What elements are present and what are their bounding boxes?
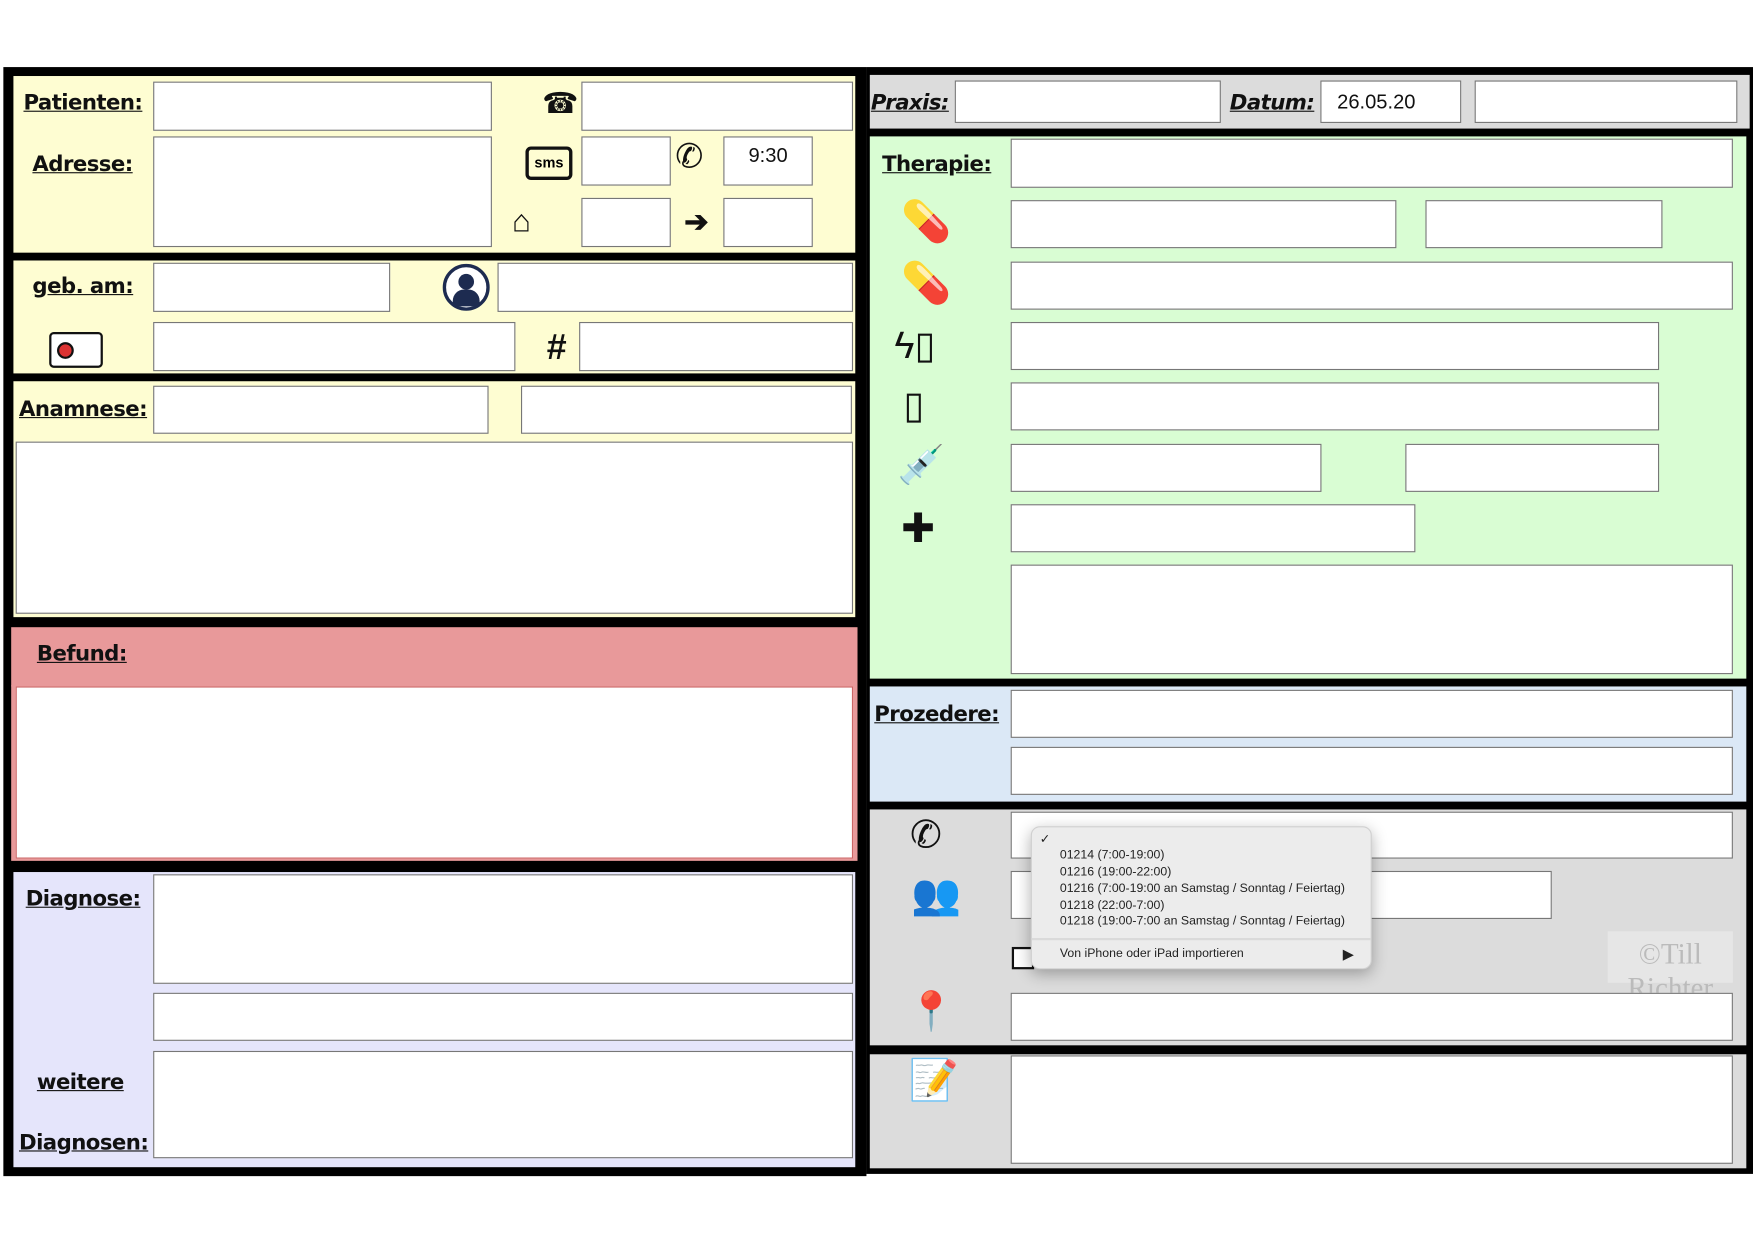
iv-bag-icon: ▯ xyxy=(903,384,925,428)
watermark: ©Till Richter xyxy=(1607,931,1733,1004)
telephone-icon: ☎ xyxy=(542,86,579,120)
sms-icon-text: sms xyxy=(534,154,564,172)
phone-ringing-icon: ✆ xyxy=(675,138,704,176)
phone-field[interactable] xyxy=(581,81,854,131)
wound-care-field[interactable] xyxy=(1010,504,1416,553)
therapie-label: Therapie: xyxy=(882,152,992,177)
befund-header xyxy=(11,627,858,687)
doctor-avatar-icon xyxy=(442,263,490,311)
patient-name-field[interactable] xyxy=(153,81,492,131)
diagnose-code-field[interactable] xyxy=(153,992,854,1041)
address-label: Adresse: xyxy=(32,152,133,177)
anamnese-label: Anamnese: xyxy=(19,396,148,422)
further-diagnoses-label-1: weitere xyxy=(36,1069,124,1095)
injection-dose-field[interactable] xyxy=(1405,443,1660,492)
medication-field-1[interactable] xyxy=(1010,200,1397,249)
praxis-field[interactable] xyxy=(954,80,1221,123)
arrival-field[interactable] xyxy=(723,197,813,248)
callback-time-field[interactable]: 9:30 xyxy=(723,136,813,186)
injection-field[interactable] xyxy=(1010,443,1322,492)
further-diagnoses-label-2: Diagnosen: xyxy=(19,1130,149,1155)
sms-field[interactable] xyxy=(581,136,671,186)
befund-label: Befund: xyxy=(36,641,127,667)
menu-item[interactable]: 01214 (7:00-19:00) xyxy=(1060,849,1165,862)
diagnose-label: Diagnose: xyxy=(25,886,141,912)
insurance-field[interactable] xyxy=(153,321,516,372)
menu-item[interactable]: 01216 (7:00-19:00 an Samstag / Sonntag /… xyxy=(1060,882,1345,895)
medication-field-2[interactable] xyxy=(1010,261,1733,310)
house-visit-field[interactable] xyxy=(581,197,671,248)
insurance-card-icon xyxy=(49,332,103,368)
pills-icon: 💊 xyxy=(901,197,952,244)
submenu-arrow-icon: ▶ xyxy=(1342,945,1354,963)
arrow-right-icon: ➔ xyxy=(684,204,709,239)
address-field[interactable] xyxy=(153,136,492,248)
handover-people-icon: 👥 xyxy=(911,870,962,917)
therapie-notes-field[interactable] xyxy=(1010,564,1733,675)
anamnese-field-2[interactable] xyxy=(520,385,852,434)
lightning-iv-bag-icon: ϟ▯ xyxy=(894,324,936,367)
syringe-icon: 💉 xyxy=(897,443,946,487)
menu-item-import[interactable]: Von iPhone oder iPad importieren xyxy=(1060,947,1244,960)
prozedere-field-1[interactable] xyxy=(1010,689,1733,738)
phone-medical-icon: ✆ xyxy=(910,813,942,857)
menu-item[interactable]: 01216 (19:00-22:00) xyxy=(1060,865,1171,878)
doctor-field[interactable] xyxy=(497,262,854,312)
header-extra-field[interactable] xyxy=(1474,80,1738,123)
prozedere-label: Prozedere: xyxy=(874,702,1000,727)
billing-code-dropdown-menu: ✓ 01214 (7:00-19:00) 01216 (19:00-22:00)… xyxy=(1030,826,1372,970)
menu-item[interactable]: 01218 (22:00-7:00) xyxy=(1060,899,1165,912)
pills-icon: 💊 xyxy=(901,259,952,306)
sms-icon: sms xyxy=(525,146,573,180)
menu-item[interactable]: 01218 (19:00-7:00 an Samstag / Sonntag /… xyxy=(1060,915,1345,928)
further-diagnoses-field[interactable] xyxy=(153,1050,854,1159)
therapie-field[interactable] xyxy=(1010,138,1733,188)
befund-textarea[interactable] xyxy=(15,686,854,859)
datum-field[interactable]: 26.05.20 xyxy=(1320,80,1462,123)
anamnese-field-1[interactable] xyxy=(153,385,489,434)
dob-field[interactable] xyxy=(153,262,391,312)
datum-label: Datum: xyxy=(1229,90,1315,116)
menu-divider xyxy=(1031,938,1371,941)
medication-dose-field-1[interactable] xyxy=(1425,200,1663,249)
checkmark-icon: ✓ xyxy=(1039,832,1051,847)
notes-field[interactable] xyxy=(1010,1055,1733,1164)
prozedere-field-2[interactable] xyxy=(1010,746,1733,795)
bandage-icon: ✚ xyxy=(901,505,935,552)
route-pin-icon: 📍 xyxy=(907,990,956,1034)
house-visit-icon: ⌂ xyxy=(512,203,531,239)
dob-label: geb. am: xyxy=(32,273,134,299)
route-field[interactable] xyxy=(1010,992,1733,1041)
note-edit-icon: 📝 xyxy=(908,1056,960,1103)
diagnose-field[interactable] xyxy=(153,874,854,984)
insurance-number-field[interactable] xyxy=(579,321,854,372)
patient-name-label: Patienten: xyxy=(23,90,143,116)
iv-field[interactable] xyxy=(1010,382,1660,431)
praxis-label: Praxis: xyxy=(870,90,950,116)
hash-label: # xyxy=(546,326,567,367)
iv-emergency-field[interactable] xyxy=(1010,321,1660,371)
anamnese-textarea[interactable] xyxy=(15,441,854,614)
